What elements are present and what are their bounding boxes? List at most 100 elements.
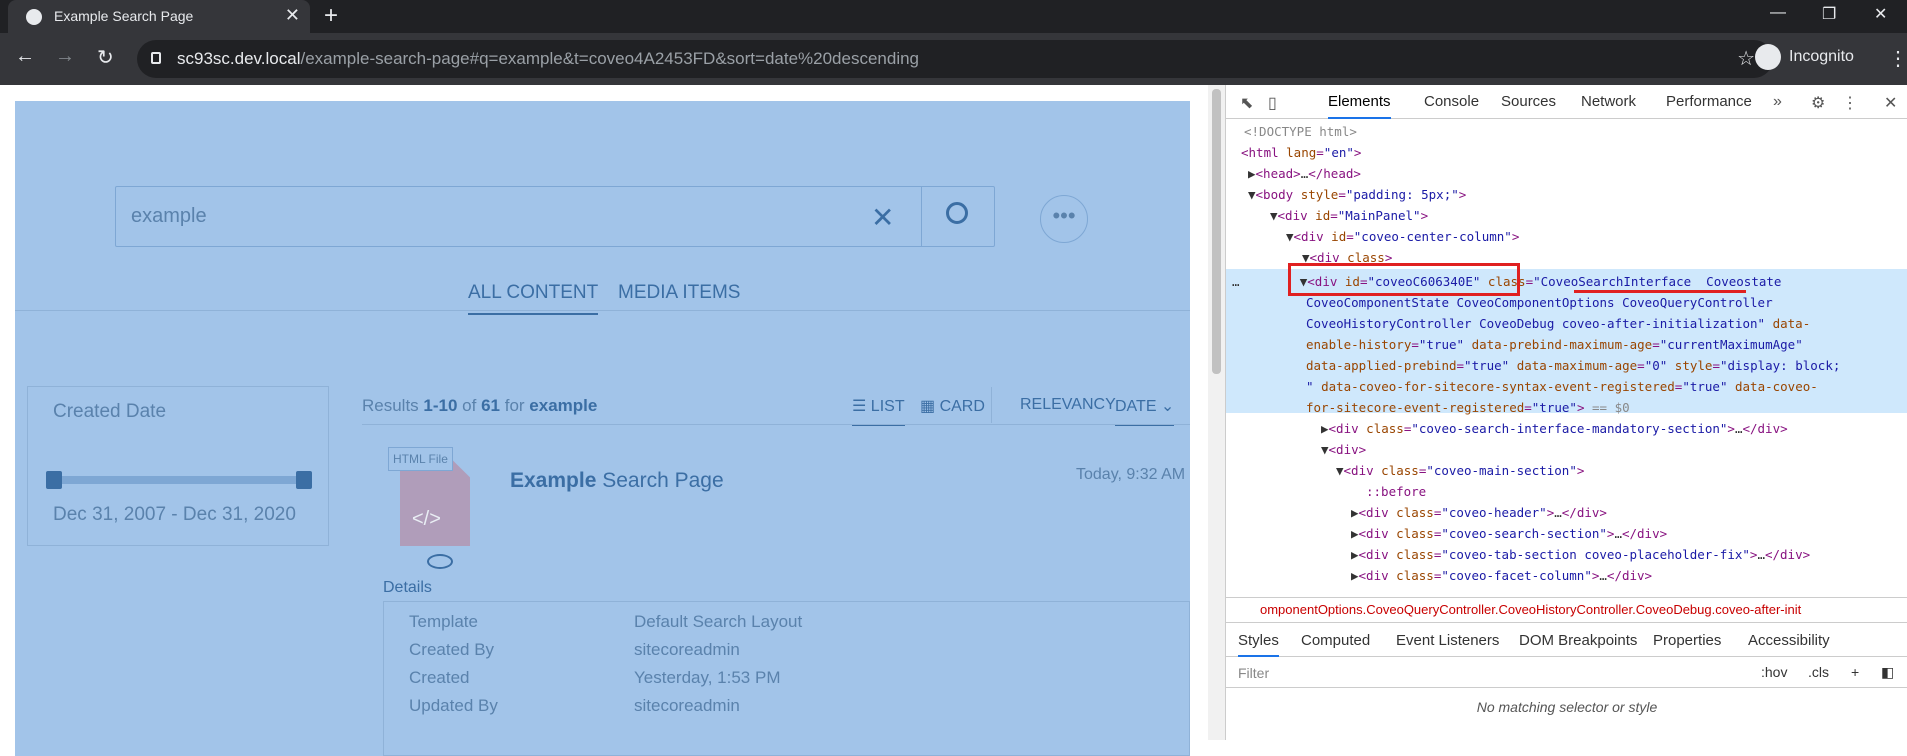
dom-line: data-applied-prebind="true" data-maximum… [1306,358,1841,373]
dom-line[interactable]: ▼<div id="MainPanel"> [1270,205,1907,226]
details-link[interactable]: Details [383,579,432,597]
created-date-facet: Created Date Dec 31, 2007 - Dec 31, 2020 [27,386,329,546]
sort-date-label: DATE [1115,398,1157,415]
device-toolbar-icon[interactable]: ▯ [1268,93,1277,113]
result-title-highlight: Example [510,469,597,492]
search-divider [921,187,922,246]
summary-range: 1-10 [423,396,458,415]
more-options-button[interactable]: ••• [1040,195,1088,243]
toggle-sidebar-icon[interactable]: ◧ [1881,664,1894,681]
annotation-box [1288,263,1520,296]
dom-line[interactable]: ▶<div class="coveo-tab-section coveo-pla… [1351,544,1907,565]
tab-media-items[interactable]: MEDIA ITEMS [618,282,740,304]
dom-line[interactable]: ▶<head>…</head> [1248,163,1907,184]
close-tab-icon[interactable]: ✕ [285,5,300,26]
tab-elements[interactable]: Elements [1328,93,1391,119]
restore-icon[interactable]: ❐ [1822,4,1836,24]
hov-toggle[interactable]: :hov [1761,664,1787,680]
field-label: Created By [409,640,495,659]
file-type-badge: HTML File [388,447,453,471]
field-label: Updated By [409,696,498,715]
dom-line[interactable]: ::before [1366,481,1907,502]
forward-icon[interactable]: → [55,45,75,68]
dom-line[interactable]: ▶<div class="coveo-facet-column">…</div> [1351,565,1907,586]
close-window-icon[interactable]: ✕ [1874,4,1887,24]
search-input[interactable]: example [131,205,207,228]
customize-menu-icon[interactable]: ⋮ [1842,93,1858,113]
slider-handle-end[interactable] [296,471,312,489]
incognito-label: Incognito [1789,48,1854,65]
tab-performance[interactable]: Performance [1666,93,1752,110]
result-title-link[interactable]: Example Search Page [510,469,724,493]
tab-sources[interactable]: Sources [1501,93,1556,110]
close-devtools-icon[interactable]: ✕ [1884,93,1897,113]
tab-network[interactable]: Network [1581,93,1636,110]
dom-line[interactable]: ▶<div class="coveo-header">…</div> [1351,502,1907,523]
new-tab-button[interactable]: + [324,2,338,30]
incognito-indicator[interactable]: Incognito [1755,44,1854,70]
dom-line[interactable]: ▼<div id="coveo-center-column"> [1286,226,1907,247]
incognito-icon [1755,44,1781,70]
dom-line[interactable]: ▼<div class="coveo-main-section"> [1336,460,1907,481]
new-style-rule-icon[interactable]: + [1851,664,1859,680]
url-text[interactable]: sc93sc.dev.local/example-search-page#q=e… [177,49,919,69]
list-icon: ☰ [852,398,871,415]
browser-tab[interactable]: Example Search Page ✕ [8,0,310,33]
filter-input[interactable]: Filter [1238,665,1269,681]
settings-gear-icon[interactable]: ⚙ [1811,93,1825,113]
field-label: Created [409,668,470,687]
result-title-rest: Search Page [596,469,724,492]
dom-line[interactable]: <html lang="en"> [1241,142,1907,163]
dom-line: " data-coveo-for-sitecore-syntax-event-r… [1306,379,1818,394]
clear-icon[interactable]: ✕ [871,201,894,234]
sort-date[interactable]: DATE ⌄ [1115,396,1175,426]
details-table: Template Default Search Layout Created B… [383,601,1190,756]
tab-styles[interactable]: Styles [1238,632,1279,657]
sort-relevancy[interactable]: RELEVANCY [1020,396,1116,414]
more-tabs-icon[interactable]: » [1773,93,1782,111]
scrollbar-thumb[interactable] [1212,89,1221,374]
results-summary: Results 1-10 of 61 for example [362,396,597,416]
list-layout-button[interactable]: ☰ LIST [852,396,905,426]
dom-line[interactable]: ▼<div> [1321,439,1907,460]
summary-prefix: Results [362,396,424,415]
bookmark-star-icon[interactable]: ☆ [1737,46,1755,71]
tab-console[interactable]: Console [1424,93,1479,110]
tab-event-listeners[interactable]: Event Listeners [1396,632,1499,649]
devtools-panel: ⬉ ▯ Elements Console Sources Network Per… [1225,85,1907,740]
dom-line: enable-history="true" data-prebind-maxim… [1306,337,1803,352]
tab-all-content[interactable]: ALL CONTENT [468,282,599,315]
address-bar[interactable]: sc93sc.dev.local/example-search-page#q=e… [137,40,1773,78]
tab-accessibility[interactable]: Accessibility [1748,632,1830,649]
dom-line[interactable]: ▶<div class="coveo-search-section">…</di… [1351,523,1907,544]
grid-icon: ▦ [920,398,940,415]
card-layout-button[interactable]: ▦ CARD [920,396,985,416]
page-scrollbar[interactable] [1208,85,1225,740]
lock-icon [151,52,161,64]
summary-for: for [500,396,530,415]
inspect-element-icon[interactable]: ⬉ [1240,93,1253,113]
browser-menu-icon[interactable]: ⋮ [1888,46,1907,71]
date-slider-track[interactable] [53,476,303,484]
tab-strip: Example Search Page ✕ + — ❐ ✕ [0,0,1907,33]
browser-toolbar: ← → ↻ sc93sc.dev.local/example-search-pa… [0,33,1907,85]
tab-computed[interactable]: Computed [1301,632,1370,649]
cls-toggle[interactable]: .cls [1808,664,1829,680]
tab-dom-breakpoints[interactable]: DOM Breakpoints [1519,632,1637,649]
search-icon[interactable] [946,202,968,224]
dom-line[interactable]: ▶<div class="coveo-search-interface-mand… [1321,418,1907,439]
styles-tabs: Styles Computed Event Listeners DOM Brea… [1226,625,1907,657]
tab-properties[interactable]: Properties [1653,632,1721,649]
dom-breadcrumb[interactable]: omponentOptions.CoveoQueryController.Cov… [1226,597,1907,623]
list-label: LIST [870,398,905,415]
chevron-down-icon: ⌄ [1156,398,1175,415]
reload-icon[interactable]: ↻ [97,45,114,70]
back-icon[interactable]: ← [15,45,35,68]
dom-line[interactable]: <!DOCTYPE html> [1244,121,1907,142]
minimize-icon[interactable]: — [1770,4,1786,22]
search-box[interactable]: example ✕ [115,186,995,247]
url-host: sc93sc.dev.local [177,49,301,68]
dom-line[interactable]: ▼<body style="padding: 5px;"> [1248,184,1907,205]
eye-icon[interactable] [427,554,453,569]
slider-handle-start[interactable] [46,471,62,489]
